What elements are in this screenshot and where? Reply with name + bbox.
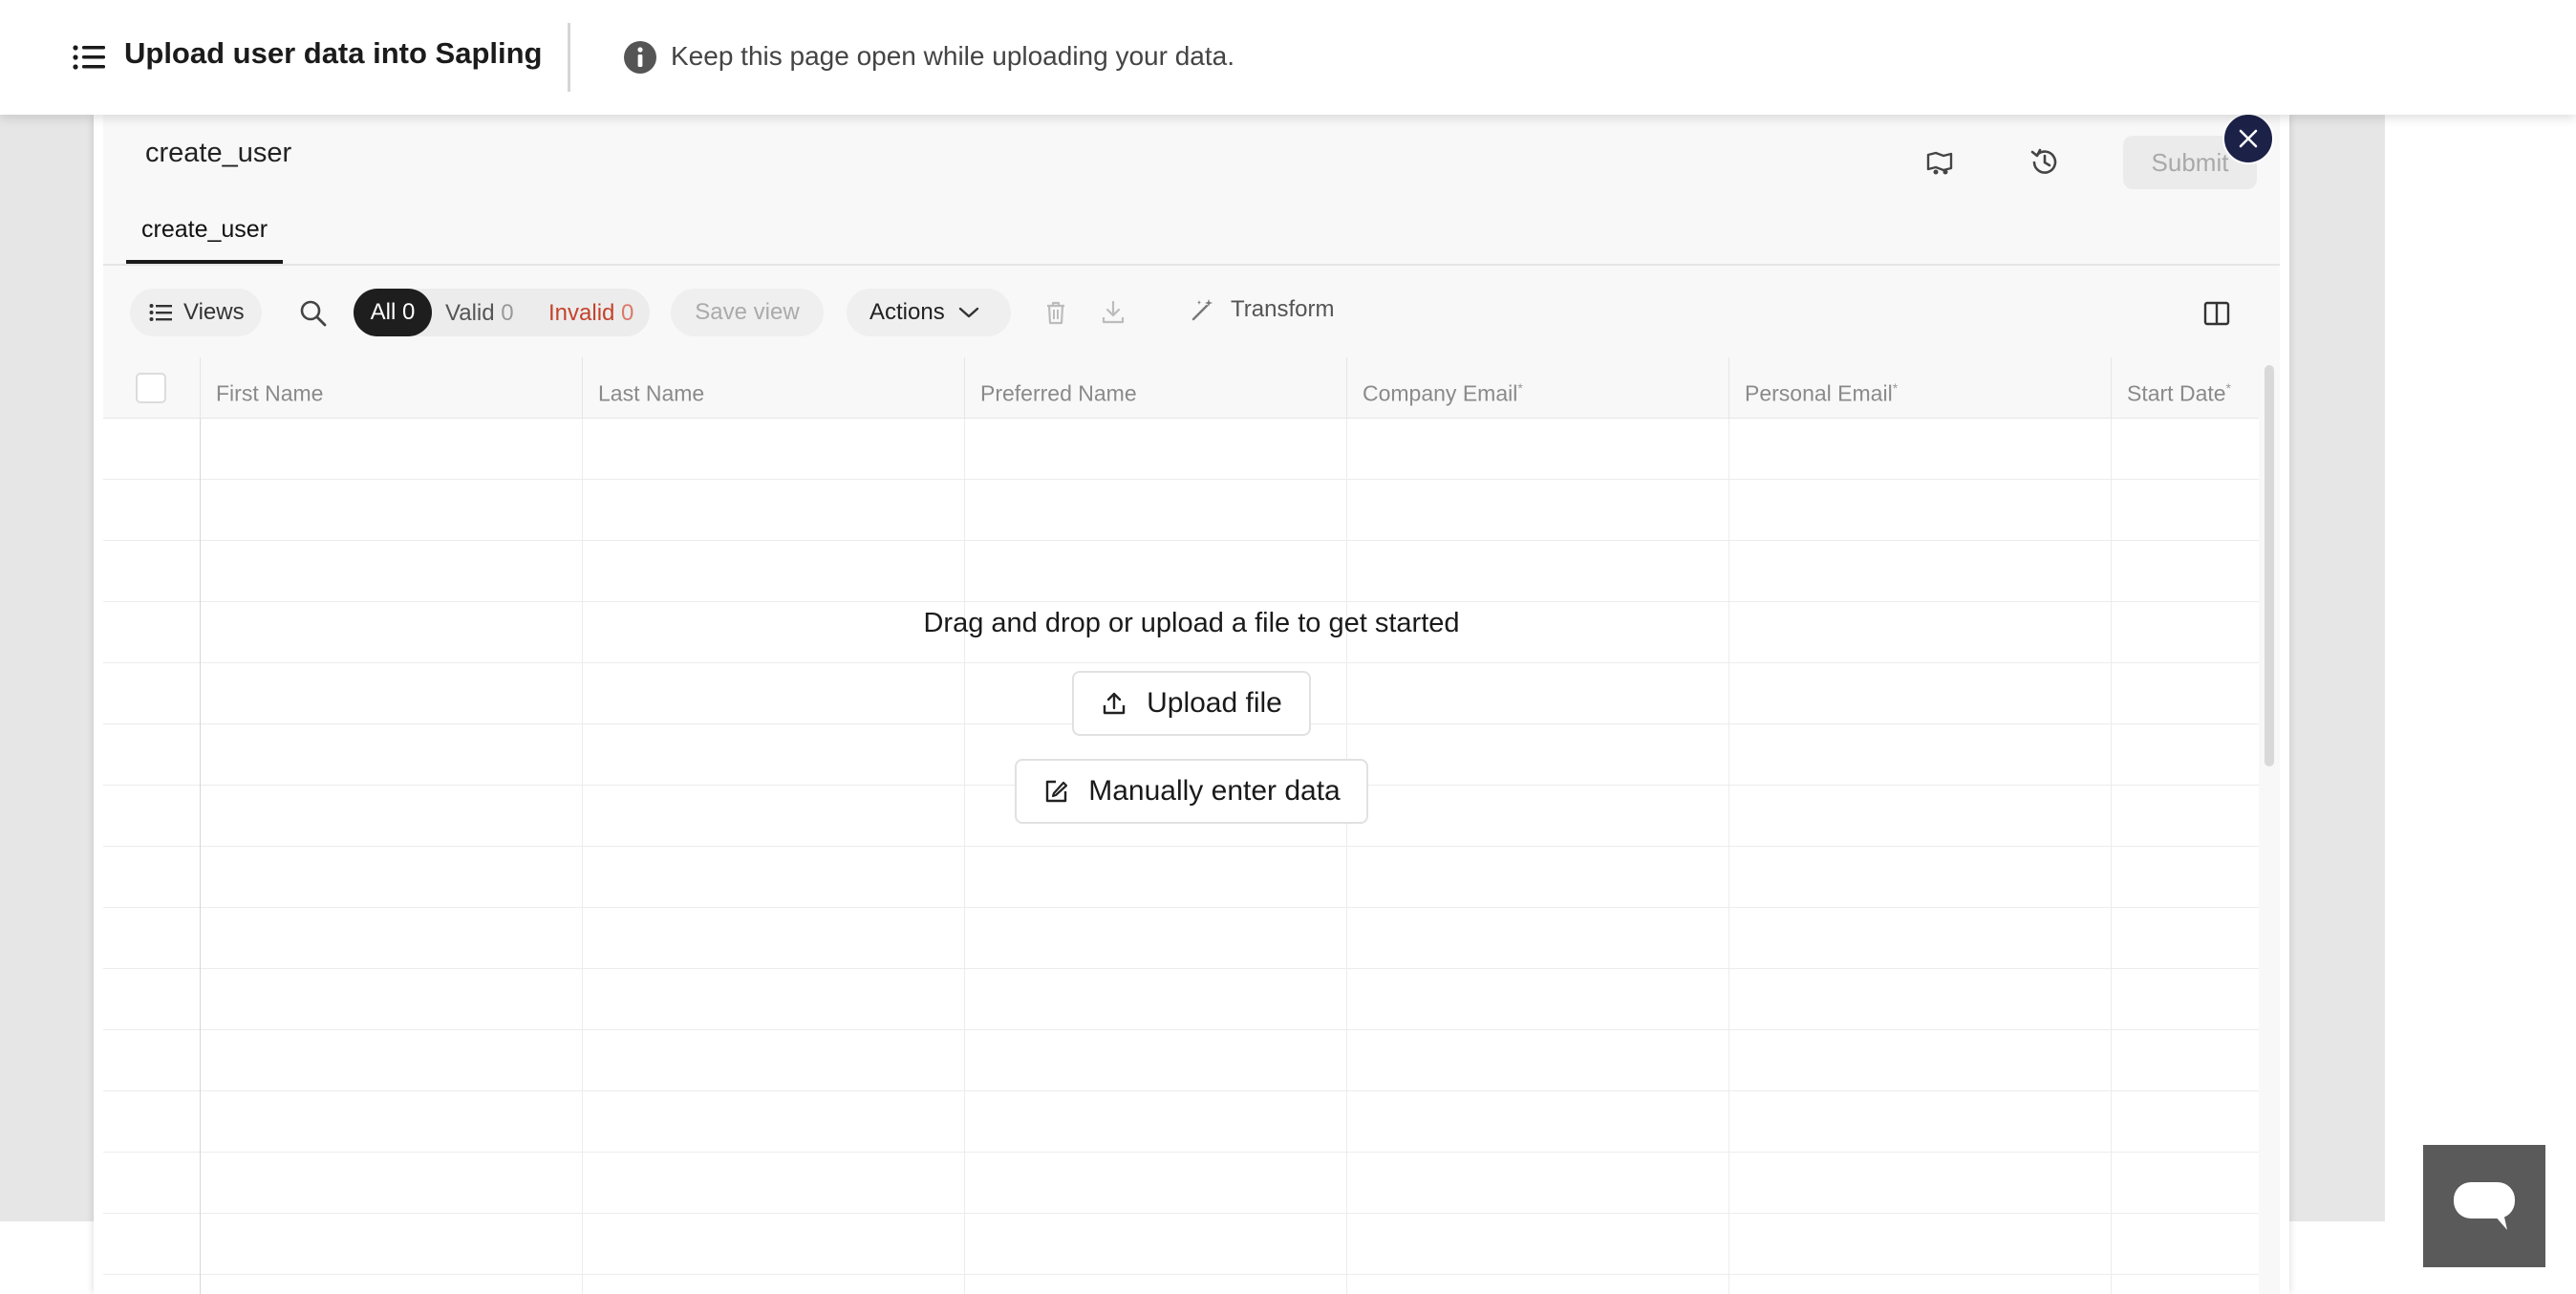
column-header-preferred-name[interactable]: Preferred Name — [964, 357, 1346, 419]
required-marker: * — [1892, 380, 1899, 396]
column-label: Start Date — [2127, 380, 2226, 406]
table-row[interactable] — [103, 541, 2259, 602]
column-divider — [964, 357, 965, 1294]
required-marker: * — [2225, 380, 2231, 396]
column-label: Last Name — [598, 380, 705, 406]
column-label: First Name — [216, 380, 324, 406]
info-message: Keep this page open while uploading your… — [671, 41, 1234, 71]
table-row[interactable] — [103, 1030, 2259, 1091]
column-label: Personal Email — [1745, 380, 1893, 406]
history-icon[interactable] — [2028, 145, 2062, 180]
close-icon — [2239, 129, 2258, 148]
empty-state-message: Drag and drop or upload a file to get st… — [923, 608, 1460, 638]
column-header-start-date[interactable]: Start Date* — [2111, 357, 2259, 419]
transform-label: Transform — [1231, 296, 1335, 322]
upload-file-label: Upload file — [1147, 687, 1282, 719]
views-button[interactable]: Views — [130, 289, 262, 336]
column-header-personal-email[interactable]: Personal Email* — [1728, 357, 2111, 419]
column-divider — [1728, 357, 1729, 1294]
table-rows — [103, 419, 2259, 1294]
transform-button[interactable]: Transform — [1191, 296, 1334, 323]
column-divider — [1346, 357, 1347, 1294]
info-icon — [624, 41, 656, 74]
status-filter-group: All 0 Valid 0 Invalid 0 — [354, 289, 650, 336]
filter-invalid-count: 0 — [621, 300, 634, 326]
upload-file-button[interactable]: Upload file — [1072, 671, 1311, 736]
save-view-button[interactable]: Save view — [671, 289, 824, 336]
header-divider — [568, 23, 570, 92]
manual-entry-button[interactable]: Manually enter data — [1015, 759, 1368, 824]
table-header: First Name Last Name Preferred Name Comp… — [103, 357, 2259, 419]
top-bar: Upload user data into Sapling Keep this … — [0, 0, 2576, 115]
magic-wand-icon — [1191, 299, 1213, 321]
filter-all-label: All — [370, 299, 397, 325]
manual-entry-label: Manually enter data — [1088, 775, 1341, 807]
filter-all-count: 0 — [401, 299, 416, 325]
split-view-icon[interactable] — [2201, 298, 2232, 329]
table-row[interactable] — [103, 847, 2259, 908]
download-icon[interactable] — [1099, 298, 1127, 327]
chevron-down-icon — [958, 307, 978, 318]
table-row[interactable] — [103, 969, 2259, 1030]
column-label: Preferred Name — [980, 380, 1137, 406]
column-divider — [582, 357, 583, 1294]
vertical-scrollbar[interactable] — [2265, 365, 2274, 766]
tour-guide-icon[interactable] — [1922, 145, 1957, 180]
table-row[interactable] — [103, 480, 2259, 541]
filter-invalid-label: Invalid — [548, 300, 615, 326]
column-header-first-name[interactable]: First Name — [200, 357, 582, 419]
actions-dropdown[interactable]: Actions — [847, 289, 1011, 336]
column-label: Company Email — [1363, 380, 1518, 406]
sheet-title: create_user — [145, 138, 292, 168]
column-header-company-email[interactable]: Company Email* — [1346, 357, 1728, 419]
table-row[interactable] — [103, 1153, 2259, 1214]
search-icon[interactable] — [298, 298, 329, 329]
data-table: First Name Last Name Preferred Name Comp… — [103, 357, 2259, 1294]
table-row[interactable] — [103, 908, 2259, 969]
import-modal: create_user Submit create_user Views All… — [94, 113, 2289, 1294]
chat-widget-button[interactable] — [2423, 1145, 2545, 1267]
chat-bubble-icon — [2454, 1182, 2515, 1230]
column-divider — [2111, 357, 2112, 1294]
tab-create-user[interactable]: create_user — [126, 216, 284, 264]
upload-icon — [1103, 692, 1126, 715]
tab-divider — [103, 264, 2280, 266]
table-row[interactable] — [103, 1091, 2259, 1153]
filter-invalid[interactable]: Invalid 0 — [548, 300, 633, 327]
table-row[interactable] — [103, 419, 2259, 480]
trash-icon[interactable] — [1041, 298, 1070, 327]
modal-body: create_user Submit create_user Views All… — [103, 113, 2280, 1294]
filter-valid[interactable]: Valid 0 — [445, 300, 514, 327]
list-icon — [149, 304, 172, 321]
column-divider — [200, 357, 201, 1294]
page-title: Upload user data into Sapling — [124, 36, 543, 70]
table-toolbar: Views All 0 Valid 0 Invalid 0 Save view … — [103, 285, 2280, 352]
filter-all[interactable]: All 0 — [354, 289, 432, 336]
column-header-last-name[interactable]: Last Name — [582, 357, 964, 419]
table-row[interactable] — [103, 1214, 2259, 1275]
list-menu-icon[interactable] — [73, 44, 105, 71]
views-label: Views — [183, 299, 245, 325]
edit-icon — [1046, 780, 1068, 803]
filter-valid-count: 0 — [501, 300, 514, 326]
select-all-checkbox[interactable] — [136, 373, 166, 403]
close-modal-button[interactable] — [2222, 113, 2274, 164]
actions-label: Actions — [869, 299, 945, 325]
required-marker: * — [1517, 380, 1523, 396]
filter-valid-label: Valid — [445, 300, 495, 326]
